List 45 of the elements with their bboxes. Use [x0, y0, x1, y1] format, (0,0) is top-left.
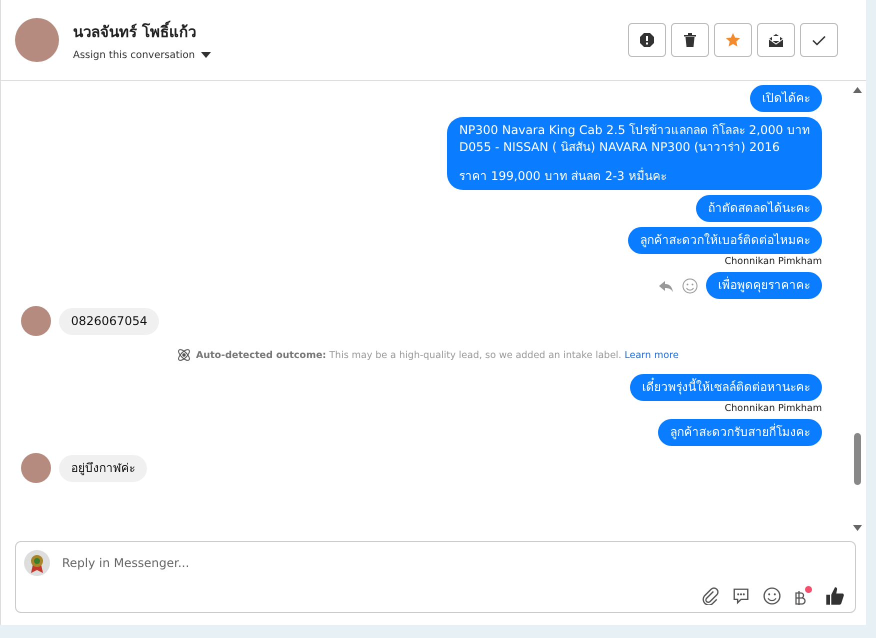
scroll-down-icon[interactable] — [852, 525, 862, 531]
message-bubble: ถ้าตัดสดลดได้นะคะ — [696, 195, 822, 222]
star-icon — [725, 32, 741, 48]
star-button[interactable] — [714, 23, 752, 57]
caret-icon — [200, 52, 211, 58]
smiley-icon — [763, 587, 781, 605]
baht-icon — [794, 590, 806, 606]
payment-button[interactable] — [794, 586, 812, 606]
mark-unread-button[interactable] — [757, 23, 795, 57]
delete-button[interactable] — [671, 23, 709, 57]
message-bubble: เดี๋ยวพรุ่งนี้ให้เซลล์ติดต่อหานะคะ — [630, 374, 822, 401]
exclamation-octagon-icon — [639, 32, 655, 48]
contact-name: นวลจันทร์ โพธิ์แก้ว — [73, 20, 198, 42]
message-bubble: NP300 Navara King Cab 2.5 โปรข้าวแลกลด กิโลละ 2,000 บาท D055 - NISSAN ( นิสสัน) NAVARA NP300 (นาวาร่า) 2016 ราคา 199,000 บาท ส่นลด 2-3 หมื่นคะ — [447, 117, 822, 190]
paperclip-icon — [701, 587, 719, 605]
message-bubble: ลูกค้าสะดวกรับสายกี่โมงคะ — [658, 419, 822, 446]
reply-input[interactable]: Reply in Messenger... — [60, 555, 845, 571]
sender-name: Chonnikan Pimkham — [724, 403, 822, 414]
sender-name: Chonnikan Pimkham — [724, 256, 822, 267]
badge-avatar-icon — [24, 550, 50, 576]
contact-avatar — [21, 306, 51, 336]
auto-detected-notice: Auto-detected outcome: This may be a high-quality lead, so we added an intake label. Learn more — [196, 350, 679, 360]
mark-done-button[interactable] — [800, 23, 838, 57]
learn-more-link[interactable]: Learn more — [624, 350, 679, 360]
contact-avatar — [21, 453, 51, 483]
thumbs-up-icon — [825, 586, 845, 606]
message-bubble: เพื่อพูดคุยราคาคะ — [706, 272, 822, 299]
contact-avatar — [15, 18, 59, 62]
smiley-icon — [682, 278, 698, 294]
atom-icon — [176, 347, 192, 363]
envelope-icon — [768, 32, 784, 48]
scroll-up-icon[interactable] — [852, 87, 862, 93]
like-button[interactable] — [825, 586, 845, 606]
message-bubble: 0826067054 — [59, 308, 160, 334]
notification-dot — [805, 586, 812, 593]
spam-button[interactable] — [628, 23, 666, 57]
message-bubble: อยู่บึงกาฬค่ะ — [59, 454, 147, 482]
message-bubble: เปิดได้คะ — [750, 85, 822, 112]
emoji-button[interactable] — [763, 587, 781, 605]
attachment-button[interactable] — [701, 587, 719, 605]
assign-conversation-dropdown[interactable]: Assign this conversation — [73, 50, 211, 60]
saved-replies-button[interactable] — [732, 587, 750, 605]
message-bubble: ลูกค้าสะดวกให้เบอร์ติดต่อไหมคะ — [628, 227, 822, 254]
trash-icon — [682, 32, 698, 48]
speech-bubble-icon — [732, 587, 750, 605]
